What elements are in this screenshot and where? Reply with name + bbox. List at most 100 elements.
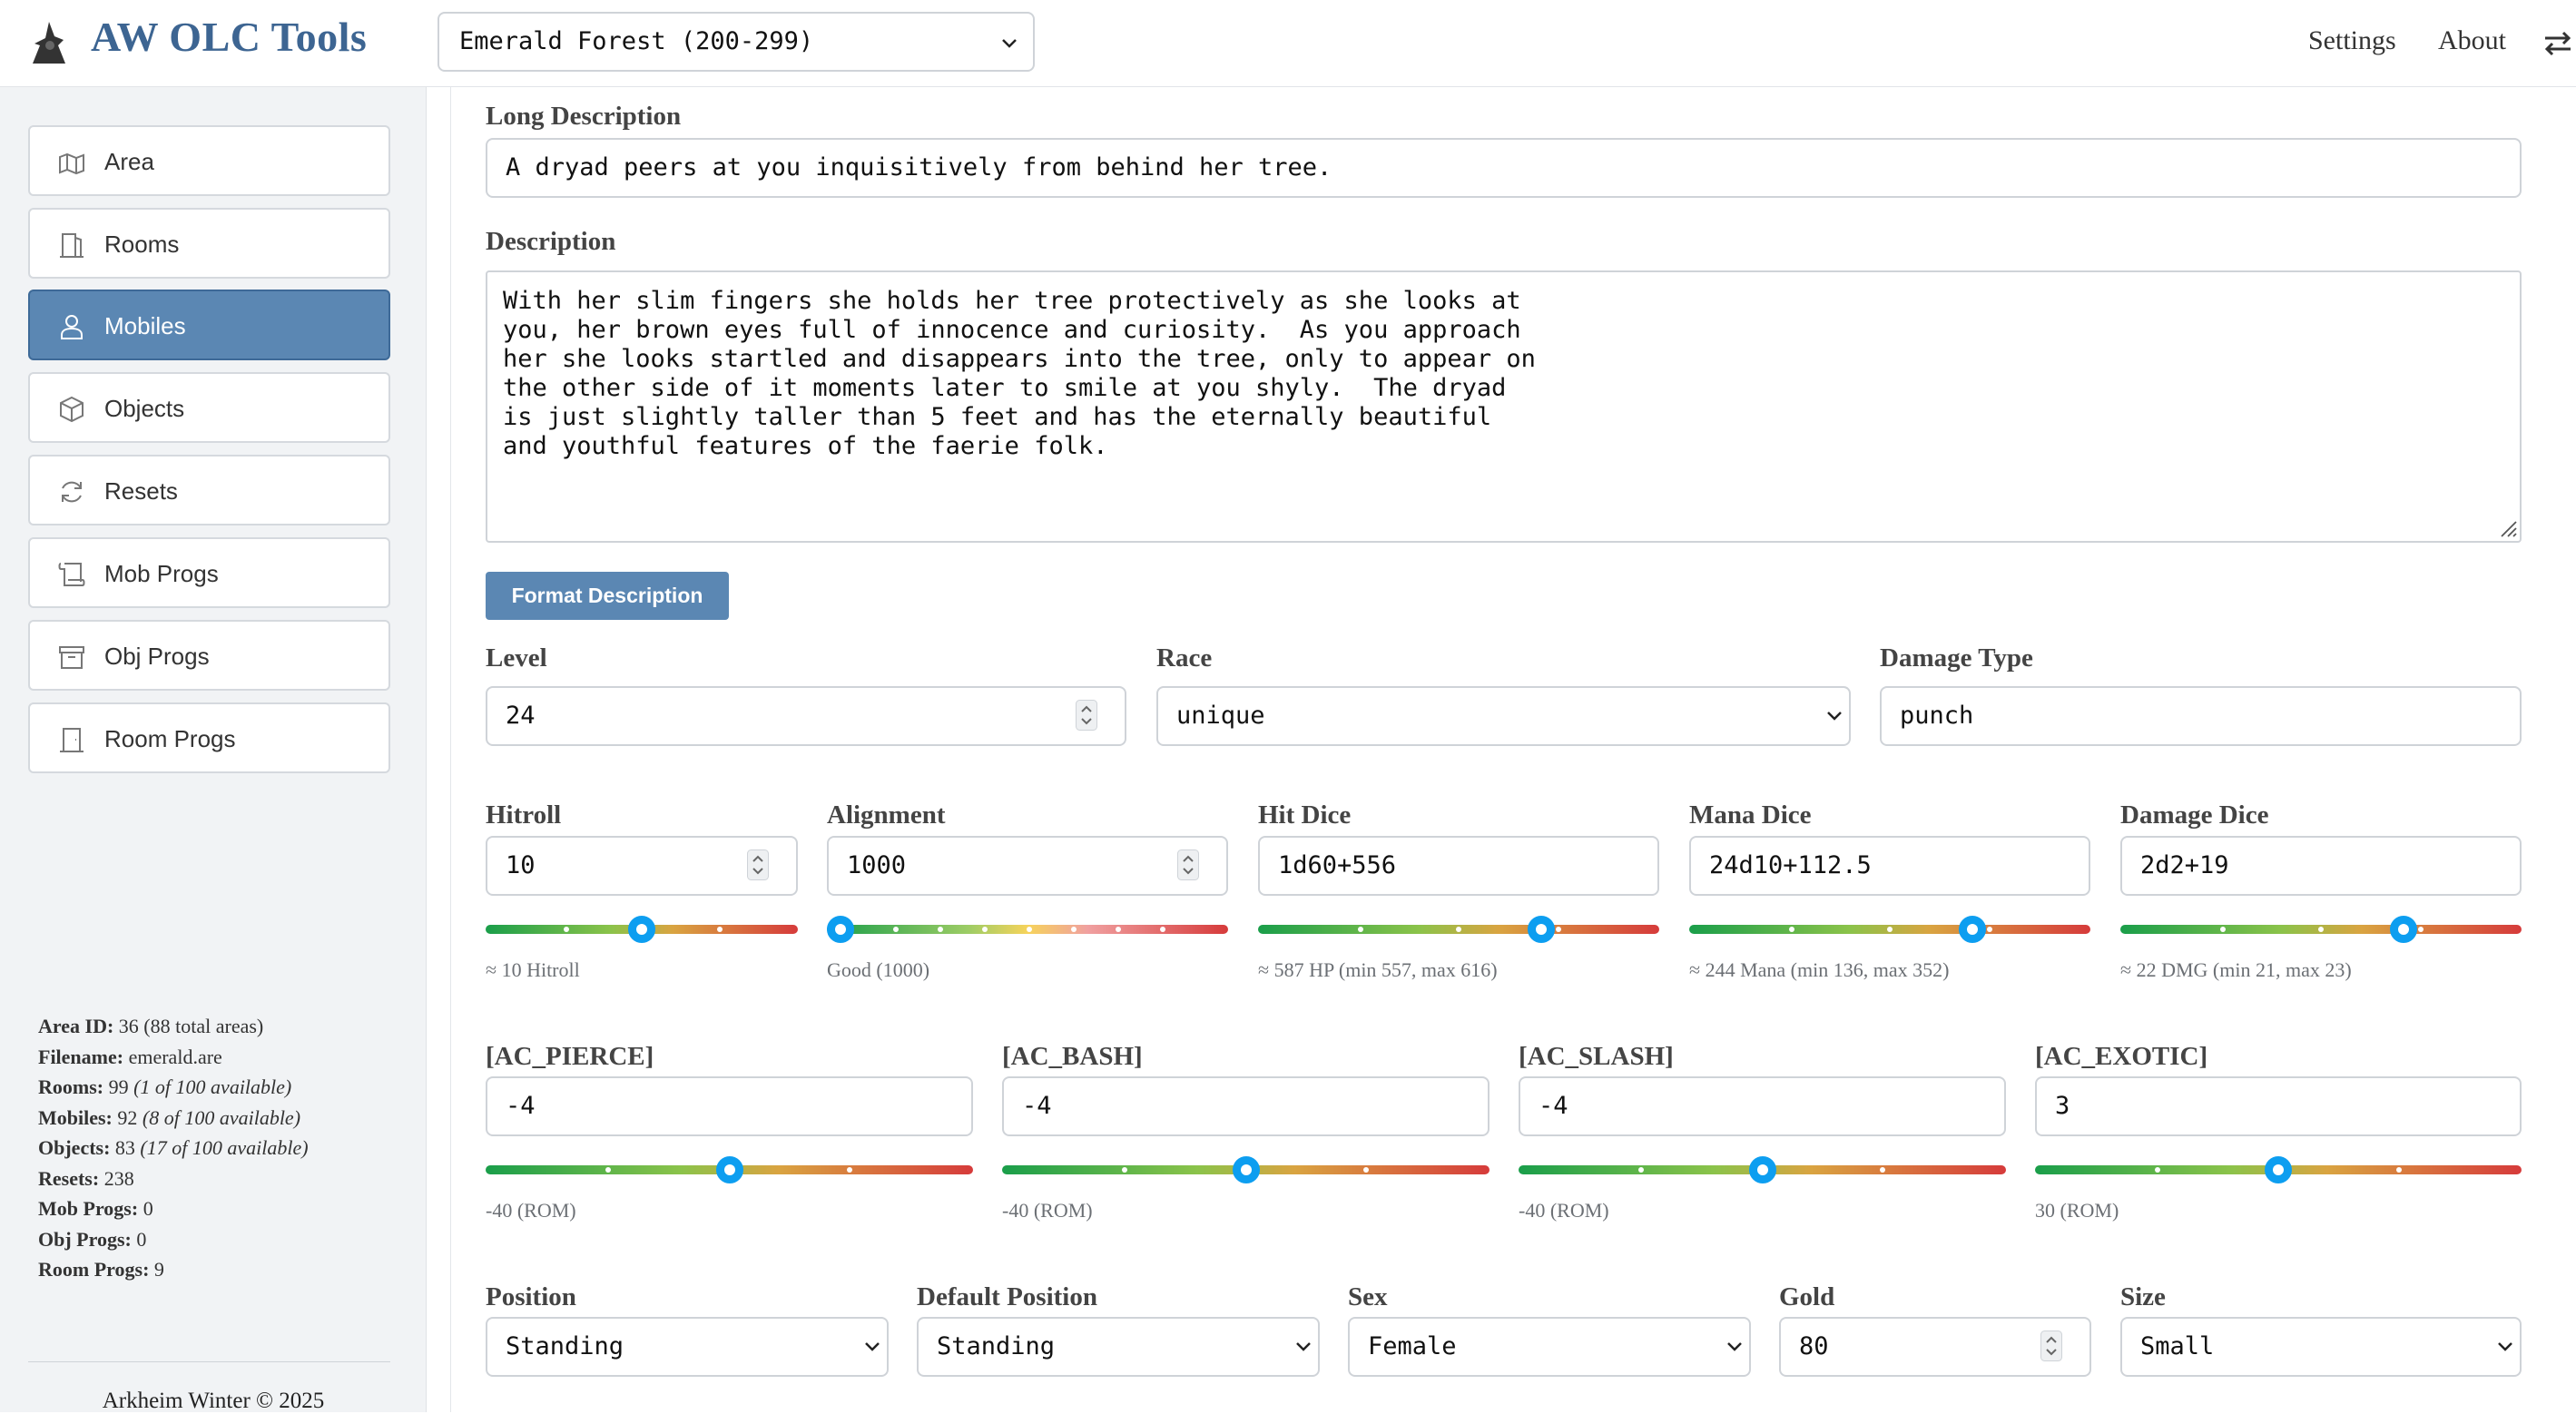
slider-thumb[interactable] bbox=[1527, 916, 1555, 943]
nav-settings[interactable]: Settings bbox=[2308, 25, 2396, 56]
main-panel-edge bbox=[450, 87, 451, 1412]
hitroll-input[interactable]: 10 bbox=[486, 836, 798, 896]
ac-bash-slider[interactable] bbox=[1002, 1154, 1490, 1185]
swap-icon[interactable] bbox=[2542, 27, 2574, 60]
chevron-down-icon bbox=[1827, 712, 1842, 721]
gold-input[interactable]: 80 bbox=[1779, 1317, 2091, 1377]
ac-pierce-input[interactable]: -4 bbox=[486, 1076, 973, 1136]
ac-bash-label: [AC_BASH] bbox=[1002, 1042, 1143, 1071]
level-input[interactable]: 24 bbox=[486, 686, 1126, 746]
stat-filename: Filename: emerald.are bbox=[38, 1045, 222, 1068]
damage-type-label: Damage Type bbox=[1880, 643, 2033, 673]
nav-about[interactable]: About bbox=[2438, 25, 2506, 56]
slider-tick bbox=[2418, 927, 2424, 932]
position-select[interactable]: Standing bbox=[486, 1317, 889, 1377]
resize-grip-icon[interactable] bbox=[2498, 518, 2518, 538]
position-value: Standing bbox=[506, 1332, 624, 1360]
app-brand[interactable]: AW OLC Tools bbox=[91, 13, 367, 61]
sidebar-item-obj-progs[interactable]: Obj Progs bbox=[28, 620, 390, 691]
alignment-slider[interactable] bbox=[827, 914, 1228, 945]
chevron-down-icon bbox=[865, 1342, 880, 1351]
slider-thumb[interactable] bbox=[1232, 1156, 1260, 1183]
damage-dice-slider[interactable] bbox=[2120, 914, 2522, 945]
stepper-icon[interactable] bbox=[1076, 700, 1097, 731]
stat-obj-progs: Obj Progs: 0 bbox=[38, 1227, 147, 1251]
long-description-input[interactable]: A dryad peers at you inquisitively from … bbox=[486, 138, 2522, 198]
slider-thumb[interactable] bbox=[715, 1156, 743, 1183]
slider-thumb[interactable] bbox=[1748, 1156, 1776, 1183]
ac-slash-hint: -40 (ROM) bbox=[1519, 1199, 1609, 1222]
stat-area-id: Area ID: 36 (88 total areas) bbox=[38, 1015, 264, 1037]
hitroll-label: Hitroll bbox=[486, 800, 562, 830]
slider-tick bbox=[1027, 927, 1032, 932]
ac-pierce-slider[interactable] bbox=[486, 1154, 973, 1185]
slider-thumb[interactable] bbox=[827, 916, 854, 943]
damage-type-input[interactable]: punch bbox=[1880, 686, 2522, 746]
footer-copyright: Arkheim Winter © 2025 bbox=[102, 1389, 325, 1413]
door-icon bbox=[60, 233, 84, 258]
slider-thumb[interactable] bbox=[2389, 916, 2417, 943]
area-select-value: Emerald Forest (200-299) bbox=[459, 27, 814, 55]
default-position-label: Default Position bbox=[917, 1282, 1097, 1311]
damage-dice-input[interactable]: 2d2+19 bbox=[2120, 836, 2522, 896]
sidebar-item-resets[interactable]: Resets bbox=[28, 455, 390, 525]
ac-slash-input[interactable]: -4 bbox=[1519, 1076, 2006, 1136]
format-description-button[interactable]: Format Description bbox=[486, 572, 729, 620]
description-label: Description bbox=[486, 227, 616, 256]
mana-dice-input[interactable]: 24d10+112.5 bbox=[1689, 836, 2090, 896]
stepper-icon[interactable] bbox=[1177, 849, 1199, 880]
sidebar-item-rooms[interactable]: Rooms bbox=[28, 208, 390, 279]
description-textarea[interactable]: With her slim fingers she holds her tree… bbox=[486, 270, 2522, 543]
area-stats: Area ID: 36 (88 total areas) Filename: e… bbox=[38, 1011, 309, 1285]
hitroll-value: 10 bbox=[506, 851, 536, 879]
hit-dice-label: Hit Dice bbox=[1258, 800, 1352, 830]
slider-tick bbox=[1358, 927, 1363, 932]
sidebar-item-label: Obj Progs bbox=[104, 643, 210, 670]
stat-resets: Resets: 238 bbox=[38, 1166, 134, 1190]
sidebar-item-label: Rooms bbox=[104, 231, 180, 258]
sidebar-item-label: Resets bbox=[104, 477, 178, 505]
hitroll-slider[interactable] bbox=[486, 914, 798, 945]
slider-tick bbox=[1116, 927, 1121, 932]
area-select[interactable]: Emerald Forest (200-299) bbox=[438, 12, 1035, 72]
sidebar-item-mobiles[interactable]: Mobiles bbox=[28, 290, 390, 360]
slider-thumb[interactable] bbox=[1958, 916, 1986, 943]
scroll-icon bbox=[58, 563, 85, 586]
stepper-icon[interactable] bbox=[747, 849, 769, 880]
ac-exotic-input[interactable]: 3 bbox=[2035, 1076, 2522, 1136]
chevron-down-icon bbox=[1002, 39, 1017, 48]
ac-exotic-hint: 30 (ROM) bbox=[2035, 1199, 2119, 1222]
slider-tick bbox=[982, 927, 988, 932]
slider-thumb[interactable] bbox=[628, 916, 655, 943]
slider-tick bbox=[1987, 927, 1992, 932]
mana-dice-slider[interactable] bbox=[1689, 914, 2090, 945]
sidebar-item-objects[interactable]: Objects bbox=[28, 372, 390, 443]
size-select[interactable]: Small bbox=[2120, 1317, 2522, 1377]
hit-dice-input[interactable]: 1d60+556 bbox=[1258, 836, 1659, 896]
cube-icon bbox=[60, 396, 84, 423]
ac-pierce-label: [AC_PIERCE] bbox=[486, 1042, 654, 1071]
sidebar-divider bbox=[28, 1361, 390, 1362]
sidebar-item-mob-progs[interactable]: Mob Progs bbox=[28, 537, 390, 608]
sidebar: Area Rooms Mobiles Objects Resets Mob Pr… bbox=[0, 87, 427, 1412]
slider-tick bbox=[717, 927, 723, 932]
default-position-select[interactable]: Standing bbox=[917, 1317, 1320, 1377]
slider-tick bbox=[1556, 927, 1561, 932]
alignment-input[interactable]: 1000 bbox=[827, 836, 1228, 896]
damage-dice-hint: ≈ 22 DMG (min 21, max 23) bbox=[2120, 958, 2352, 981]
ac-exotic-slider[interactable] bbox=[2035, 1154, 2522, 1185]
ac-bash-input[interactable]: -4 bbox=[1002, 1076, 1490, 1136]
slider-tick bbox=[1071, 927, 1077, 932]
sidebar-item-area[interactable]: Area bbox=[28, 125, 390, 196]
ac-slash-slider[interactable] bbox=[1519, 1154, 2006, 1185]
hit-dice-slider[interactable] bbox=[1258, 914, 1659, 945]
sidebar-item-room-progs[interactable]: Room Progs bbox=[28, 702, 390, 773]
race-select[interactable]: unique bbox=[1156, 686, 1851, 746]
slider-tick bbox=[1638, 1167, 1644, 1173]
sex-select[interactable]: Female bbox=[1348, 1317, 1751, 1377]
ac-exotic-label: [AC_EXOTIC] bbox=[2035, 1042, 2208, 1071]
chevron-down-icon bbox=[2498, 1342, 2512, 1351]
slider-thumb[interactable] bbox=[2265, 1156, 2292, 1183]
stat-objects: Objects: 83 (17 of 100 available) bbox=[38, 1136, 309, 1159]
stepper-icon[interactable] bbox=[2040, 1331, 2062, 1361]
